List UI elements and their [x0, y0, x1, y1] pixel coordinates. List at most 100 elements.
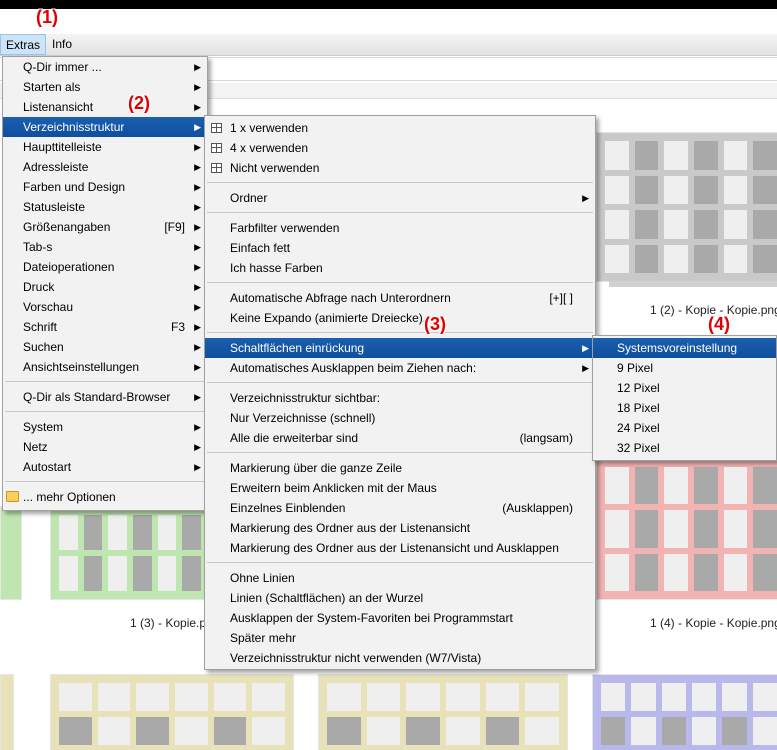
thumbnail-blue[interactable]	[592, 674, 777, 750]
submenu-arrow-icon: ▶	[194, 142, 201, 152]
thumbnail-grid	[319, 675, 567, 750]
menu-item-vorschau[interactable]: Vorschau ▶	[3, 297, 207, 317]
menu-item-label: Linien (Schaltflächen) an der Wurzel	[230, 591, 424, 605]
menu-separator	[3, 477, 207, 487]
menu-item-einfach-fett[interactable]: Einfach fett	[205, 238, 595, 258]
menu-item-label: 1 x verwenden	[230, 121, 309, 135]
menu-item-starten-als[interactable]: Starten als ▶	[3, 77, 207, 97]
menu-item-label: ... mehr Optionen	[23, 490, 116, 504]
menu-item-label: Q-Dir immer ...	[23, 60, 102, 74]
menu-item-system-favoriten[interactable]: Ausklappen der System-Favoriten bei Prog…	[205, 608, 595, 628]
thumbnail-yellow-partial[interactable]	[0, 674, 14, 750]
menu-item-nicht-verwenden-w7[interactable]: Verzeichnisstruktur nicht verwenden (W7/…	[205, 648, 595, 668]
menu-item-label: 18 Pixel	[617, 401, 660, 415]
menu-item-farben-design[interactable]: Farben und Design ▶	[3, 177, 207, 197]
submenu-arrow-icon: ▶	[194, 242, 201, 252]
menu-item-druck[interactable]: Druck ▶	[3, 277, 207, 297]
menu-item-markierung-ausklappen[interactable]: Markierung des Ordner aus der Listenansi…	[205, 538, 595, 558]
menu-separator	[205, 378, 595, 388]
einrueckung-submenu: Systemsvoreinstellung 9 Pixel 12 Pixel 1…	[592, 335, 777, 461]
menu-shortcut: (Ausklappen)	[502, 501, 573, 515]
menu-item-label: Einfach fett	[230, 241, 291, 255]
menu-item-9-pixel[interactable]: 9 Pixel	[593, 358, 776, 378]
menu-item-label: Netz	[23, 440, 48, 454]
thumbnail-red[interactable]	[596, 458, 777, 600]
thumbnail-gray[interactable]	[596, 132, 777, 287]
menu-item-18-pixel[interactable]: 18 Pixel	[593, 398, 776, 418]
menu-item-mehr-optionen[interactable]: ... mehr Optionen	[3, 487, 207, 507]
menu-item-24-pixel[interactable]: 24 Pixel	[593, 418, 776, 438]
menu-item-listenansicht[interactable]: Listenansicht ▶	[3, 97, 207, 117]
menu-item-auto-ausklappen[interactable]: Automatisches Ausklappen beim Ziehen nac…	[205, 358, 595, 378]
menu-item-ansichtseinstellungen[interactable]: Ansichtseinstellungen ▶	[3, 357, 207, 377]
menu-item-statusleiste[interactable]: Statusleiste ▶	[3, 197, 207, 217]
menu-item-nur-verzeichnisse[interactable]: Nur Verzeichnisse (schnell)	[205, 408, 595, 428]
menu-item-label: Starten als	[23, 80, 81, 94]
thumbnail-grid	[51, 507, 209, 599]
menu-item-label: Keine Expando (animierte Dreiecke).	[230, 311, 427, 325]
menu-item-markierung-zeile[interactable]: Markierung über die ganze Zeile	[205, 458, 595, 478]
menu-item-linien-wurzel[interactable]: Linien (Schaltflächen) an der Wurzel	[205, 588, 595, 608]
menu-shortcut: [F9]	[164, 220, 185, 234]
menu-item-spaeter-mehr[interactable]: Später mehr	[205, 628, 595, 648]
menu-item-label: Verzeichnisstruktur	[23, 120, 125, 134]
menu-item-label: Adressleiste	[23, 160, 89, 174]
thumbnail-yellow[interactable]	[50, 674, 294, 750]
menu-item-qdir-immer[interactable]: Q-Dir immer ... ▶	[3, 57, 207, 77]
menu-item-farbfilter[interactable]: Farbfilter verwenden	[205, 218, 595, 238]
thumbnail-caption: 1 (4) - Kopie - Kopie.png	[650, 616, 777, 630]
menu-item-haupttitelleiste[interactable]: Haupttitelleiste ▶	[3, 137, 207, 157]
thumbnail-yellow[interactable]	[318, 674, 568, 750]
menu-item-tabs[interactable]: Tab-s ▶	[3, 237, 207, 257]
menu-item-systemsvoreinstellung[interactable]: Systemsvoreinstellung	[593, 338, 776, 358]
menu-item-label: Verzeichnisstruktur sichtbar:	[230, 391, 381, 405]
menu-item-keine-expando[interactable]: Keine Expando (animierte Dreiecke).	[205, 308, 595, 328]
menu-shortcut: F3	[170, 320, 185, 334]
menu-item-label: Größenangaben	[23, 220, 111, 234]
menu-item-adressleiste[interactable]: Adressleiste ▶	[3, 157, 207, 177]
menu-item-ordner[interactable]: Ordner ▶	[205, 188, 595, 208]
menu-shortcut: (langsam)	[519, 431, 573, 445]
menu-item-ohne-linien[interactable]: Ohne Linien	[205, 568, 595, 588]
submenu-arrow-icon: ▶	[194, 342, 201, 352]
menu-item-autostart[interactable]: Autostart ▶	[3, 457, 207, 477]
thumbnail-grid	[597, 133, 777, 281]
menu-item-system[interactable]: System ▶	[3, 417, 207, 437]
menu-item-schrift[interactable]: Schrift F3 ▶	[3, 317, 207, 337]
menu-item-32-pixel[interactable]: 32 Pixel	[593, 438, 776, 458]
menu-item-netz[interactable]: Netz ▶	[3, 437, 207, 457]
menu-item-nicht-verwenden[interactable]: Nicht verwenden	[205, 158, 595, 178]
menu-item-4x-verwenden[interactable]: 4 x verwenden	[205, 138, 595, 158]
menu-item-dateioperationen[interactable]: Dateioperationen ▶	[3, 257, 207, 277]
menu-item-label: Automatische Abfrage nach Unterordnern	[230, 291, 451, 305]
thumbnail-green[interactable]	[50, 506, 210, 600]
menu-item-erweitern-anklicken[interactable]: Erweitern beim Anklicken mit der Maus	[205, 478, 595, 498]
menu-bar: Extras Info	[0, 34, 777, 56]
thumbnail-green-partial[interactable]	[0, 506, 22, 600]
submenu-arrow-icon: ▶	[582, 363, 589, 373]
menu-info[interactable]: Info	[47, 34, 77, 55]
menu-item-12-pixel[interactable]: 12 Pixel	[593, 378, 776, 398]
menu-item-abfrage-unterordner[interactable]: Automatische Abfrage nach Unterordnern [+…	[205, 288, 595, 308]
menu-item-einzelnes-einblenden[interactable]: Einzelnes Einblenden (Ausklappen)	[205, 498, 595, 518]
menu-item-groessenangaben[interactable]: Größenangaben [F9] ▶	[3, 217, 207, 237]
menu-item-standard-browser[interactable]: Q-Dir als Standard-Browser ▶	[3, 387, 207, 407]
menu-item-label: Druck	[23, 280, 55, 294]
menu-item-1x-verwenden[interactable]: 1 x verwenden	[205, 118, 595, 138]
menu-item-label: Nur Verzeichnisse (schnell)	[230, 411, 376, 425]
grid-icon	[211, 163, 222, 173]
menu-item-suchen[interactable]: Suchen ▶	[3, 337, 207, 357]
menu-item-ich-hasse-farben[interactable]: Ich hasse Farben	[205, 258, 595, 278]
menu-item-label: Statusleiste	[23, 200, 86, 214]
menu-item-markierung-listenansicht[interactable]: Markierung des Ordner aus der Listenansi…	[205, 518, 595, 538]
menu-item-label: Ohne Linien	[230, 571, 295, 585]
submenu-arrow-icon: ▶	[194, 162, 201, 172]
menu-extras[interactable]: Extras	[0, 34, 47, 55]
submenu-arrow-icon: ▶	[582, 343, 589, 353]
submenu-arrow-icon: ▶	[194, 322, 201, 332]
menu-item-label: Farbfilter verwenden	[230, 221, 340, 235]
menu-item-schaltflaechen-einrueckung[interactable]: Schaltflächen einrückung ▶	[205, 338, 595, 358]
menu-item-alle-erweiterbar[interactable]: Alle die erweiterbar sind (langsam)	[205, 428, 595, 448]
menu-item-label: Vorschau	[23, 300, 74, 314]
menu-item-verzeichnisstruktur[interactable]: Verzeichnisstruktur ▶	[3, 117, 207, 137]
